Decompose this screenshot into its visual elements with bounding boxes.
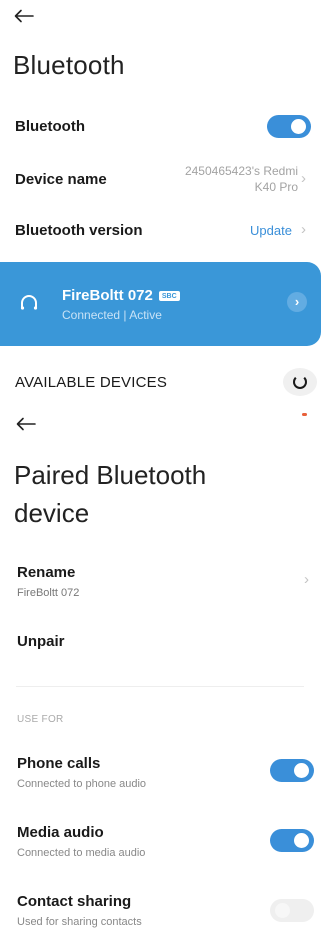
media-audio-toggle[interactable]	[270, 829, 314, 852]
phone-calls-toggle[interactable]	[270, 759, 314, 782]
status-text: Connected	[62, 308, 121, 322]
back-arrow-icon[interactable]	[16, 417, 40, 435]
connected-device-status: Connected | Active	[62, 308, 162, 322]
connected-device-name: FireBoltt 072 SBC	[62, 287, 180, 304]
phone-calls-label: Phone calls	[17, 755, 101, 772]
contact-sharing-toggle[interactable]	[270, 899, 314, 922]
status-separator: |	[123, 308, 127, 322]
state-text: Active	[129, 308, 162, 322]
use-for-section-header: USE FOR	[17, 714, 64, 725]
toggle-knob	[291, 119, 306, 134]
device-name-value[interactable]: 2450465423's Redmi K40 Pro	[150, 163, 298, 195]
refresh-icon[interactable]	[283, 368, 317, 396]
back-arrow-icon[interactable]	[14, 9, 38, 27]
notification-mark	[302, 413, 307, 416]
contact-sharing-label: Contact sharing	[17, 893, 132, 910]
phone-calls-sub: Connected to phone audio	[17, 778, 147, 790]
available-devices-header: AVAILABLE DEVICES	[15, 374, 168, 391]
divider	[16, 686, 304, 687]
device-name-text: FireBoltt 072	[62, 287, 153, 304]
chevron-right-icon: ›	[304, 571, 309, 588]
chevron-right-icon: ›	[301, 170, 306, 187]
device-name-line2: K40 Pro	[254, 180, 298, 194]
device-details-chevron-icon[interactable]: ›	[287, 292, 307, 312]
codec-badge: SBC	[158, 291, 180, 302]
media-audio-sub: Connected to media audio	[17, 847, 146, 859]
update-link[interactable]: Update	[250, 223, 292, 238]
unpair-button[interactable]: Unpair	[17, 633, 65, 650]
device-name-label: Device name	[15, 171, 107, 188]
rename-label[interactable]: Rename	[17, 564, 75, 581]
page-title: Bluetooth	[13, 50, 125, 80]
bluetooth-toggle[interactable]	[267, 115, 311, 138]
rename-value: FireBoltt 072	[17, 587, 80, 599]
headphones-icon	[19, 294, 39, 315]
device-name-line1: 2450465423's Redmi	[184, 164, 298, 178]
media-audio-label: Media audio	[17, 824, 104, 841]
bluetooth-version-label: Bluetooth version	[15, 222, 143, 239]
chevron-right-icon: ›	[301, 221, 306, 238]
connected-device-card[interactable]	[0, 262, 321, 346]
contact-sharing-sub: Used for sharing contacts	[17, 916, 142, 928]
bluetooth-label: Bluetooth	[15, 118, 85, 135]
detail-title: Paired Bluetooth device	[14, 460, 207, 528]
